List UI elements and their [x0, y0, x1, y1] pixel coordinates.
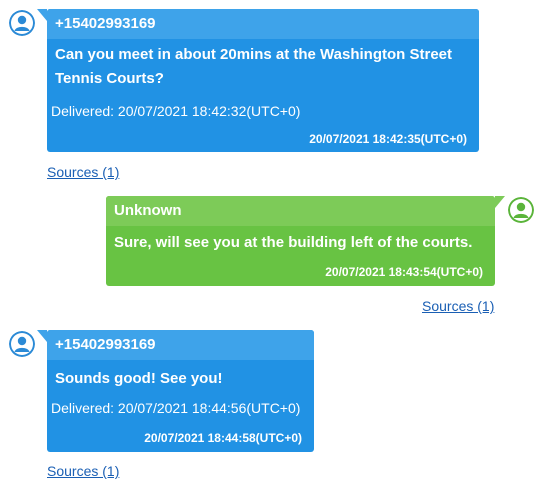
delivered-status: Delivered: 20/07/2021 18:42:32(UTC+0)	[51, 103, 301, 119]
sender-label: Unknown	[106, 196, 495, 226]
user-avatar-icon	[9, 331, 35, 357]
message-text: Sure, will see you at the building left …	[114, 234, 473, 251]
message-timestamp: 20/07/2021 18:44:58(UTC+0)	[144, 431, 302, 445]
message-bubble-incoming: +15402993169 Sounds good! See you! Deliv…	[37, 330, 314, 452]
delivered-status: Delivered: 20/07/2021 18:44:56(UTC+0)	[51, 400, 301, 416]
bubble-tail	[37, 330, 47, 342]
message-text: Sounds good! See you!	[55, 370, 223, 387]
message-bubble-incoming: +15402993169 Can you meet in about 20min…	[37, 9, 479, 152]
message-timestamp: 20/07/2021 18:43:54(UTC+0)	[325, 265, 483, 279]
sources-link[interactable]: Sources (1)	[422, 298, 494, 314]
user-avatar-icon	[508, 197, 534, 223]
message-timestamp: 20/07/2021 18:42:35(UTC+0)	[309, 132, 467, 146]
bubble-tail	[37, 9, 47, 21]
bubble-tail	[495, 196, 505, 208]
sender-label: +15402993169	[47, 330, 314, 360]
sources-link[interactable]: Sources (1)	[47, 164, 119, 180]
sender-label: +15402993169	[47, 9, 479, 39]
sources-link[interactable]: Sources (1)	[47, 463, 119, 479]
message-bubble-outgoing: Unknown Sure, will see you at the buildi…	[106, 196, 505, 286]
message-text: Can you meet in about 20mins at the Wash…	[55, 46, 452, 87]
user-avatar-icon	[9, 10, 35, 36]
